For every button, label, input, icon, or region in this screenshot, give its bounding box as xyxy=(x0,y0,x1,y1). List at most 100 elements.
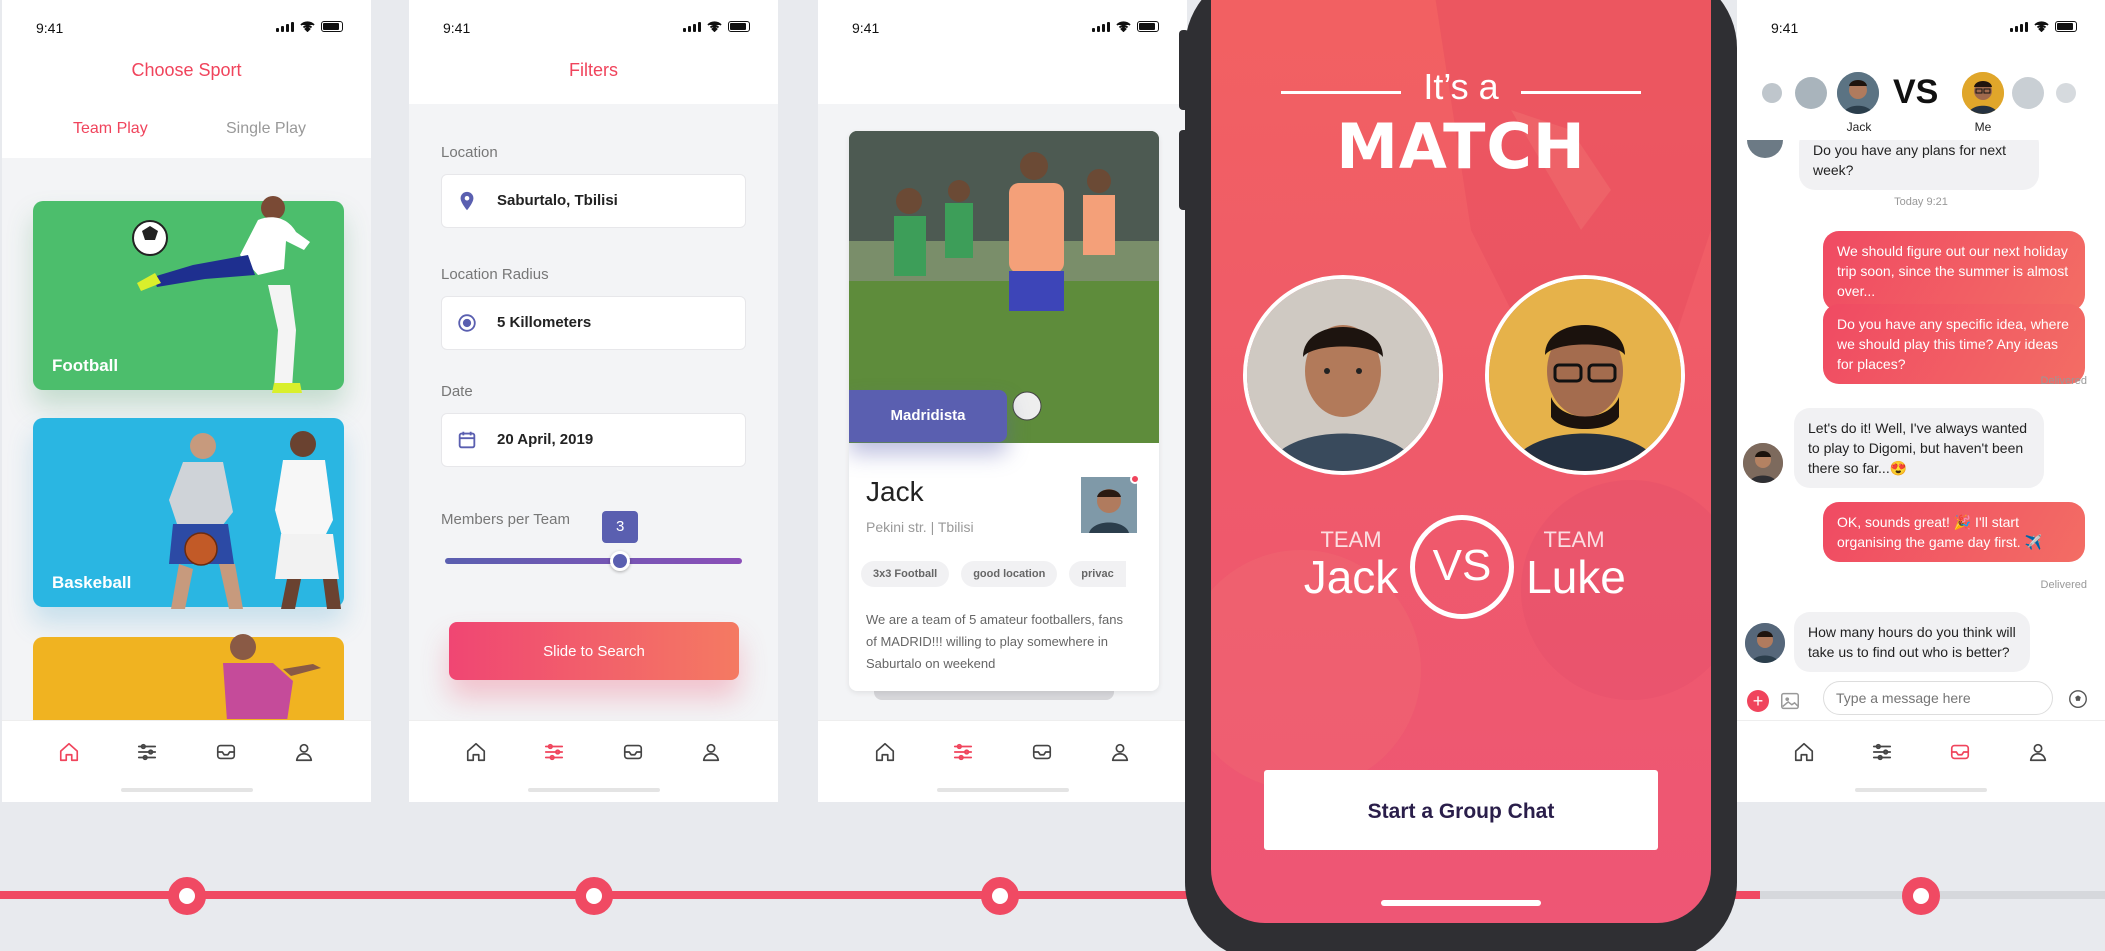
tag-list: 3x3 Football good location privac xyxy=(861,561,1126,587)
nav-home-icon[interactable] xyxy=(465,741,487,768)
date-value: 20 April, 2019 xyxy=(497,431,594,448)
status-bar: 9:41 xyxy=(1737,20,2105,40)
timeline-step-dot[interactable] xyxy=(981,877,1019,915)
side-button xyxy=(1179,30,1189,110)
avatar xyxy=(1743,443,1783,483)
match-headline: MATCH xyxy=(1336,110,1586,183)
side-button xyxy=(1179,130,1189,210)
location-label: Location xyxy=(441,144,498,161)
avatar-photo xyxy=(1745,623,1785,663)
image-icon[interactable] xyxy=(1779,690,1801,712)
battery-icon xyxy=(728,21,750,32)
timeline-step-dot[interactable] xyxy=(575,877,613,915)
nav-filters-icon[interactable] xyxy=(952,741,974,768)
avatar[interactable] xyxy=(1762,83,1782,103)
members-slider-track[interactable] xyxy=(445,558,742,564)
nav-home-icon[interactable] xyxy=(874,741,896,768)
message-incoming: Let's do it! Well, I've always wanted to… xyxy=(1794,408,2044,488)
timeline-step-dot[interactable] xyxy=(168,877,206,915)
add-icon[interactable]: + xyxy=(1747,690,1769,712)
card-list: Football Baskeball xyxy=(2,158,371,737)
status-icons xyxy=(1092,21,1159,32)
members-slider-thumb[interactable] xyxy=(610,551,631,571)
delivered-status: Delivered xyxy=(2040,579,2087,591)
team-address: Pekini str. | Tbilisi xyxy=(866,519,974,535)
status-time: 9:41 xyxy=(1771,20,1799,36)
bottom-nav xyxy=(409,720,778,802)
status-icons xyxy=(276,21,343,32)
phone-frame: It’s a MATCH TEAM Jack VS TEAM Luke Star… xyxy=(1179,0,1737,951)
signal-icon xyxy=(1092,21,1110,32)
match-avatar-luke xyxy=(1485,275,1685,475)
status-bar: 9:41 xyxy=(818,20,1187,40)
match-avatar-jack xyxy=(1243,275,1443,475)
screen-chat: 9:41 Jack VS Me Do you have any plans fo… xyxy=(1737,0,2105,802)
nav-profile-icon[interactable] xyxy=(2027,741,2049,768)
avatar[interactable] xyxy=(1795,77,1827,109)
date-field[interactable]: 20 April, 2019 xyxy=(441,413,746,467)
screen-choose-sport: 9:41 Choose Sport Team Play Single Play … xyxy=(2,0,371,802)
soccer-ball-icon[interactable] xyxy=(2067,688,2089,710)
status-time: 9:41 xyxy=(443,20,471,36)
basketball-players-image xyxy=(169,431,341,609)
team-badge: Madridista xyxy=(849,390,1007,442)
message-input[interactable] xyxy=(1823,681,2053,715)
tab-team-play[interactable]: Team Play xyxy=(65,120,156,166)
nav-filters-icon[interactable] xyxy=(543,741,565,768)
nav-inbox-icon[interactable] xyxy=(1031,741,1053,768)
match-vs-badge: VS xyxy=(1410,515,1514,619)
avatar-me[interactable] xyxy=(1962,72,2004,114)
sport-card-basketball[interactable]: Baskeball xyxy=(33,418,344,609)
avatar-photo xyxy=(1743,443,1783,483)
nav-profile-icon[interactable] xyxy=(293,741,315,768)
timeline-step-dot[interactable] xyxy=(1902,877,1940,915)
location-value: Saburtalo, Tbilisi xyxy=(497,192,618,209)
wifi-icon xyxy=(707,21,722,32)
avatar-photo xyxy=(1081,477,1137,533)
card-area: Madridista Jack Pekini str. | Tbilisi 3x… xyxy=(818,104,1187,720)
start-group-chat-button[interactable]: Start a Group Chat xyxy=(1264,770,1658,850)
avatar[interactable] xyxy=(2012,77,2044,109)
home-indicator xyxy=(936,788,1069,792)
battery-icon xyxy=(321,21,343,32)
nav-inbox-icon[interactable] xyxy=(215,741,237,768)
football-player-image xyxy=(132,196,310,393)
message-outgoing: OK, sounds great! 🎉 I'll start organisin… xyxy=(1823,502,2085,562)
signal-icon xyxy=(276,21,294,32)
avatar-jack[interactable] xyxy=(1837,72,1879,114)
location-field[interactable]: Saburtalo, Tbilisi xyxy=(441,174,746,228)
nav-profile-icon[interactable] xyxy=(700,741,722,768)
nav-home-icon[interactable] xyxy=(1793,741,1815,768)
wifi-icon xyxy=(300,21,315,32)
nav-filters-icon[interactable] xyxy=(136,741,158,768)
message-list: Do you have any plans for next week? Tod… xyxy=(1737,140,2105,675)
radius-field[interactable]: 5 Killometers xyxy=(441,296,746,350)
message-incoming: Do you have any plans for next week? xyxy=(1799,140,2039,190)
filters-form: Location Saburtalo, Tbilisi Location Rad… xyxy=(409,104,778,720)
home-indicator xyxy=(1855,788,1987,792)
message-incoming: How many hours do you think will take us… xyxy=(1794,612,2030,672)
team-right-name: Luke xyxy=(1526,551,1626,603)
sport-card-football[interactable]: Football xyxy=(33,196,344,393)
captain-avatar[interactable] xyxy=(1081,474,1140,533)
slide-to-search-button[interactable]: Slide to Search xyxy=(449,622,739,680)
status-icons xyxy=(683,21,750,32)
status-time: 9:41 xyxy=(852,20,880,36)
nav-filters-icon[interactable] xyxy=(1871,741,1893,768)
calendar-icon xyxy=(458,431,476,449)
nav-profile-icon[interactable] xyxy=(1109,741,1131,768)
chat-vs-label: VS xyxy=(1893,73,1939,111)
status-time: 9:41 xyxy=(36,20,64,36)
avatar[interactable] xyxy=(2056,83,2076,103)
wifi-icon xyxy=(2034,21,2049,32)
avatar-photo xyxy=(1837,72,1879,114)
tab-single-play[interactable]: Single Play xyxy=(226,120,306,138)
team-card[interactable]: Madridista Jack Pekini str. | Tbilisi 3x… xyxy=(849,131,1159,691)
tag: privac xyxy=(1069,561,1126,587)
battery-icon xyxy=(1137,21,1159,32)
avatar-label-jack: Jack xyxy=(1846,120,1872,134)
nav-inbox-icon[interactable] xyxy=(622,741,644,768)
nav-home-icon[interactable] xyxy=(58,741,80,768)
bottom-nav xyxy=(818,720,1187,802)
nav-inbox-icon[interactable] xyxy=(1949,741,1971,768)
